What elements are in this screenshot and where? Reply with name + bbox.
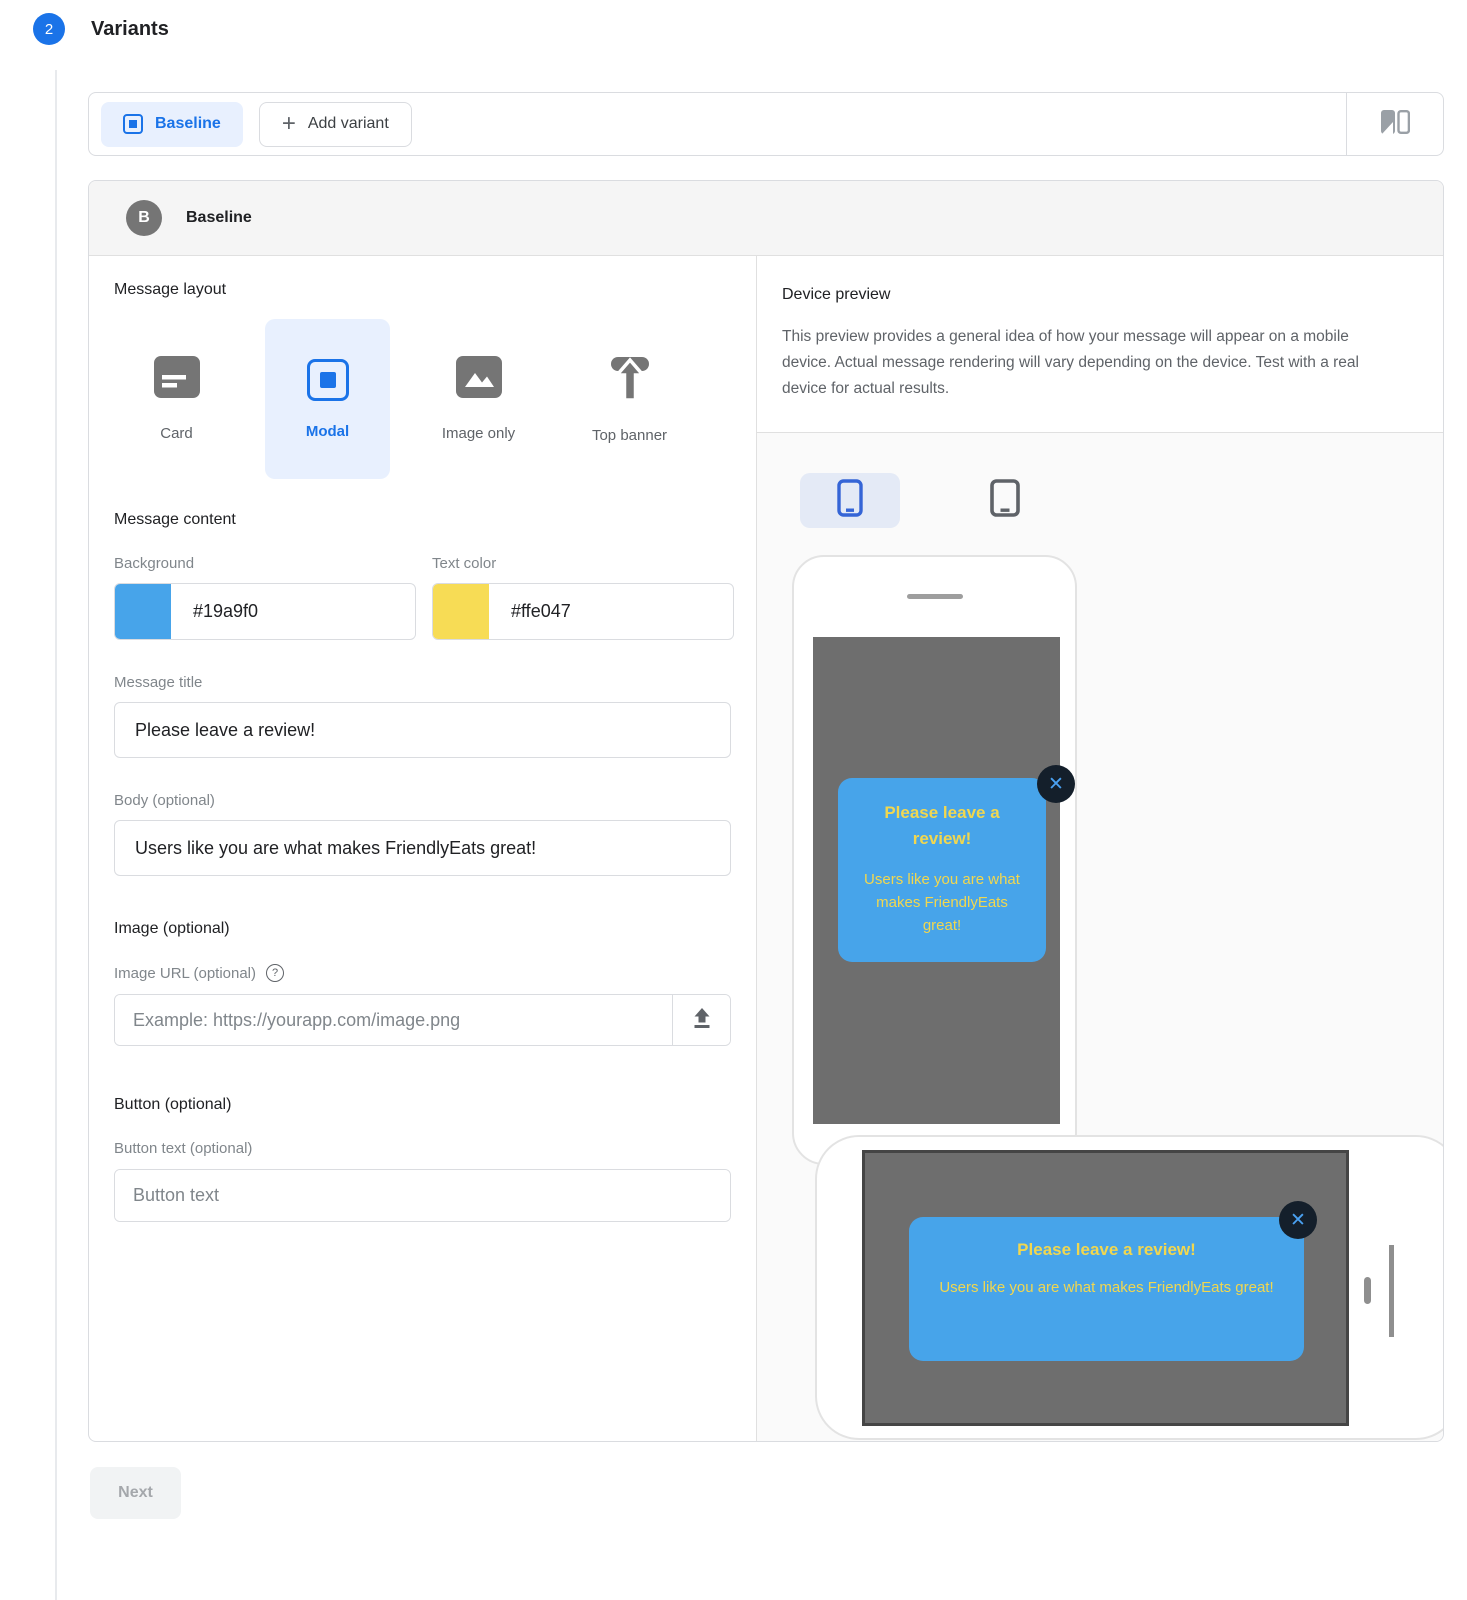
card-layout-icon xyxy=(154,356,200,403)
plus-icon: + xyxy=(282,112,296,136)
variants-toolbar: Baseline + Add variant xyxy=(88,92,1444,156)
portrait-phone-screen: Please leave a review! Users like you ar… xyxy=(813,637,1060,1124)
image-section-heading: Image (optional) xyxy=(114,920,731,938)
message-layout-heading: Message layout xyxy=(114,281,731,299)
step-number-badge: 2 xyxy=(33,13,65,45)
button-section-heading: Button (optional) xyxy=(114,1096,731,1114)
landscape-phone-screen: Please leave a review! Users like you ar… xyxy=(862,1150,1349,1426)
modal-layout-icon xyxy=(307,359,349,401)
preview-message-title: Please leave a review! xyxy=(929,1237,1284,1263)
layout-option-card[interactable]: Card xyxy=(114,319,239,479)
device-preview-description: This preview provides a general idea of … xyxy=(782,324,1382,402)
phone-side-button xyxy=(1364,1277,1371,1304)
layout-option-label: Modal xyxy=(306,423,349,440)
image-section: Image (optional) Image URL (optional) ? xyxy=(114,920,731,1046)
layout-option-label: Image only xyxy=(442,425,515,442)
baseline-variant-card: B Baseline Message layout xyxy=(88,180,1444,1442)
top-banner-layout-icon xyxy=(606,354,654,405)
close-icon: ✕ xyxy=(1037,765,1075,803)
baseline-avatar: B xyxy=(126,200,162,236)
body-field: Body (optional) xyxy=(114,792,731,876)
variant-tabs: Baseline + Add variant xyxy=(89,102,1346,147)
message-title-field: Message title xyxy=(114,674,731,758)
device-preview-heading: Device preview xyxy=(782,286,1418,304)
phone-toggle-button[interactable] xyxy=(800,473,900,528)
button-section: Button (optional) Button text (optional) xyxy=(114,1096,731,1222)
body-input[interactable] xyxy=(114,820,731,876)
body-label: Body (optional) xyxy=(114,792,731,809)
button-text-label: Button text (optional) xyxy=(114,1140,252,1157)
preview-message-body: Users like you are what makes FriendlyEa… xyxy=(929,1276,1284,1299)
phone-side-button xyxy=(1389,1245,1394,1337)
color-fields: Background Text color xyxy=(114,555,731,640)
background-color-swatch[interactable] xyxy=(115,584,171,639)
message-editor-pane: Message layout Card xyxy=(89,256,756,1441)
layout-option-top-banner[interactable]: Top banner xyxy=(567,319,692,479)
tab-baseline-label: Baseline xyxy=(155,115,221,133)
phone-speaker-bar xyxy=(907,594,963,599)
upload-image-button[interactable] xyxy=(672,995,730,1045)
baseline-variant-icon xyxy=(123,114,143,134)
phone-icon xyxy=(837,479,863,522)
step-header: 2 Variants xyxy=(33,13,169,45)
device-preview-header: Device preview This preview provides a g… xyxy=(757,256,1443,433)
device-preview-area: Please leave a review! Users like you ar… xyxy=(757,433,1443,1441)
image-url-label: Image URL (optional) xyxy=(114,965,256,982)
baseline-card-header: B Baseline xyxy=(89,181,1443,256)
page-title: Variants xyxy=(91,18,169,41)
background-label: Background xyxy=(114,555,416,572)
step-connector-line xyxy=(55,70,57,1600)
image-url-input[interactable] xyxy=(115,995,672,1045)
help-icon[interactable]: ? xyxy=(266,964,284,982)
landscape-phone-preview: Please leave a review! Users like you ar… xyxy=(815,1135,1443,1440)
compare-variants-button[interactable] xyxy=(1346,93,1443,155)
portrait-phone-preview: Please leave a review! Users like you ar… xyxy=(792,555,1077,1165)
baseline-card-body: Message layout Card xyxy=(89,256,1443,1441)
tablet-icon xyxy=(990,479,1020,522)
next-button[interactable]: Next xyxy=(90,1467,181,1519)
device-preview-pane: Device preview This preview provides a g… xyxy=(756,256,1443,1441)
tab-baseline[interactable]: Baseline xyxy=(101,102,243,147)
text-color-swatch[interactable] xyxy=(433,584,489,639)
layout-option-label: Top banner xyxy=(592,427,667,444)
text-color-field: Text color xyxy=(432,555,734,640)
close-icon: ✕ xyxy=(1279,1201,1317,1239)
compare-variants-icon xyxy=(1380,108,1410,141)
preview-message-title: Please leave a review! xyxy=(855,800,1029,852)
add-variant-label: Add variant xyxy=(308,115,389,133)
layout-option-modal[interactable]: Modal xyxy=(265,319,390,479)
upload-icon xyxy=(691,1007,713,1034)
preview-message-body: Users like you are what makes FriendlyEa… xyxy=(855,868,1029,937)
background-color-field: Background xyxy=(114,555,416,640)
background-color-input[interactable] xyxy=(171,584,415,639)
layout-option-label: Card xyxy=(160,425,193,442)
add-variant-button[interactable]: + Add variant xyxy=(259,102,412,147)
message-content-heading: Message content xyxy=(114,511,731,529)
preview-message-modal: Please leave a review! Users like you ar… xyxy=(909,1217,1304,1361)
baseline-card-title: Baseline xyxy=(186,209,252,227)
message-title-label: Message title xyxy=(114,674,731,691)
text-color-label: Text color xyxy=(432,555,734,572)
message-title-input[interactable] xyxy=(114,702,731,758)
button-text-input[interactable] xyxy=(115,1170,730,1221)
image-only-layout-icon xyxy=(456,356,502,403)
variants-step-page: 2 Variants Baseline + Add variant xyxy=(0,0,1467,1600)
layout-options: Card Modal Image only xyxy=(114,319,731,479)
text-color-input[interactable] xyxy=(489,584,733,639)
preview-message-modal: Please leave a review! Users like you ar… xyxy=(838,778,1046,962)
tablet-toggle-button[interactable] xyxy=(955,473,1055,528)
device-orientation-toggle xyxy=(800,473,1055,528)
layout-option-image-only[interactable]: Image only xyxy=(416,319,541,479)
